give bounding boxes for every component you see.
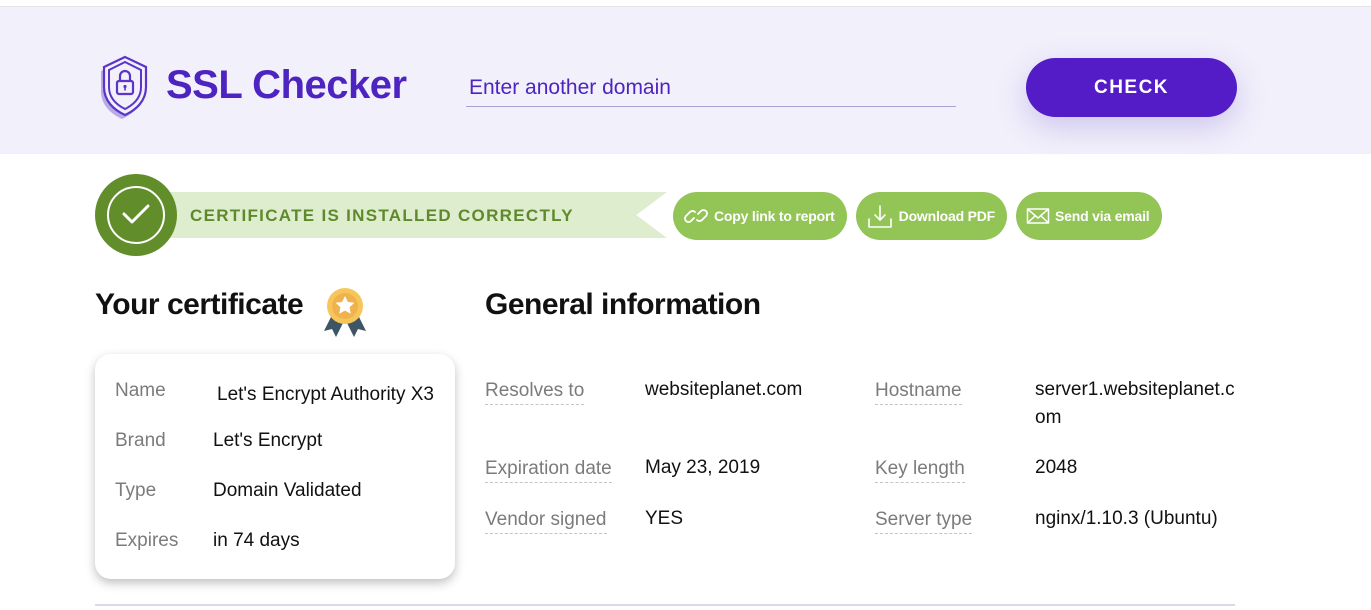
status-text: CERTIFICATE IS INSTALLED CORRECTLY <box>190 206 574 225</box>
cert-key: Brand <box>115 430 166 451</box>
download-pdf-label: Download PDF <box>898 208 996 224</box>
brand-title: SSL Checker <box>166 63 407 107</box>
status-banner: CERTIFICATE IS INSTALLED CORRECTLY <box>95 174 675 256</box>
send-email-button[interactable]: Send via email <box>1016 192 1162 240</box>
info-value-resolves-to: websiteplanet.com <box>645 379 803 400</box>
domain-input[interactable] <box>466 69 956 107</box>
copy-link-button[interactable]: Copy link to report <box>673 192 847 240</box>
section-divider <box>95 604 1235 606</box>
envelope-icon <box>1026 208 1050 224</box>
cert-value: Domain Validated <box>213 480 362 501</box>
cert-key: Expires <box>115 530 179 551</box>
shield-lock-icon <box>101 55 148 119</box>
download-icon <box>867 205 892 228</box>
info-key-key-length: Key length <box>875 458 965 483</box>
info-key-server-type: Server type <box>875 509 973 534</box>
info-value-server-type: nginx/1.10.3 (Ubuntu) <box>1035 508 1218 529</box>
info-value-expiration-date: May 23, 2019 <box>645 457 761 478</box>
report-actions: Copy link to report Download PDF Send vi… <box>673 192 1162 240</box>
info-key-vendor-signed: Vendor signed <box>485 509 607 534</box>
copy-link-label: Copy link to report <box>714 208 835 224</box>
check-button[interactable]: CHECK <box>1026 58 1237 117</box>
info-value-hostname: server1.websiteplanet.com <box>1035 379 1235 428</box>
certificate-title: Your certificate <box>95 288 304 321</box>
cert-value: Let's Encrypt <box>213 430 323 451</box>
cert-key: Type <box>115 480 157 501</box>
link-icon <box>684 209 708 223</box>
send-email-label: Send via email <box>1055 208 1150 224</box>
cert-value: Let's Encrypt Authority X3 <box>217 384 434 405</box>
info-key-expiration-date: Expiration date <box>485 458 612 483</box>
info-value-key-length: 2048 <box>1035 457 1078 478</box>
top-border <box>0 0 1371 7</box>
general-info-title: General information <box>485 288 761 321</box>
cert-key: Name <box>115 380 166 401</box>
check-circle-icon <box>95 174 177 256</box>
header: SSL Checker CHECK <box>0 7 1371 154</box>
info-value-vendor-signed: YES <box>645 508 684 529</box>
info-key-hostname: Hostname <box>875 380 962 405</box>
info-key-resolves-to: Resolves to <box>485 380 585 405</box>
certificate-card: Name Let's Encrypt Authority X3 Brand Le… <box>95 354 455 579</box>
download-pdf-button[interactable]: Download PDF <box>855 192 1008 240</box>
medal-icon <box>324 288 366 337</box>
cert-value: in 74 days <box>213 530 300 551</box>
